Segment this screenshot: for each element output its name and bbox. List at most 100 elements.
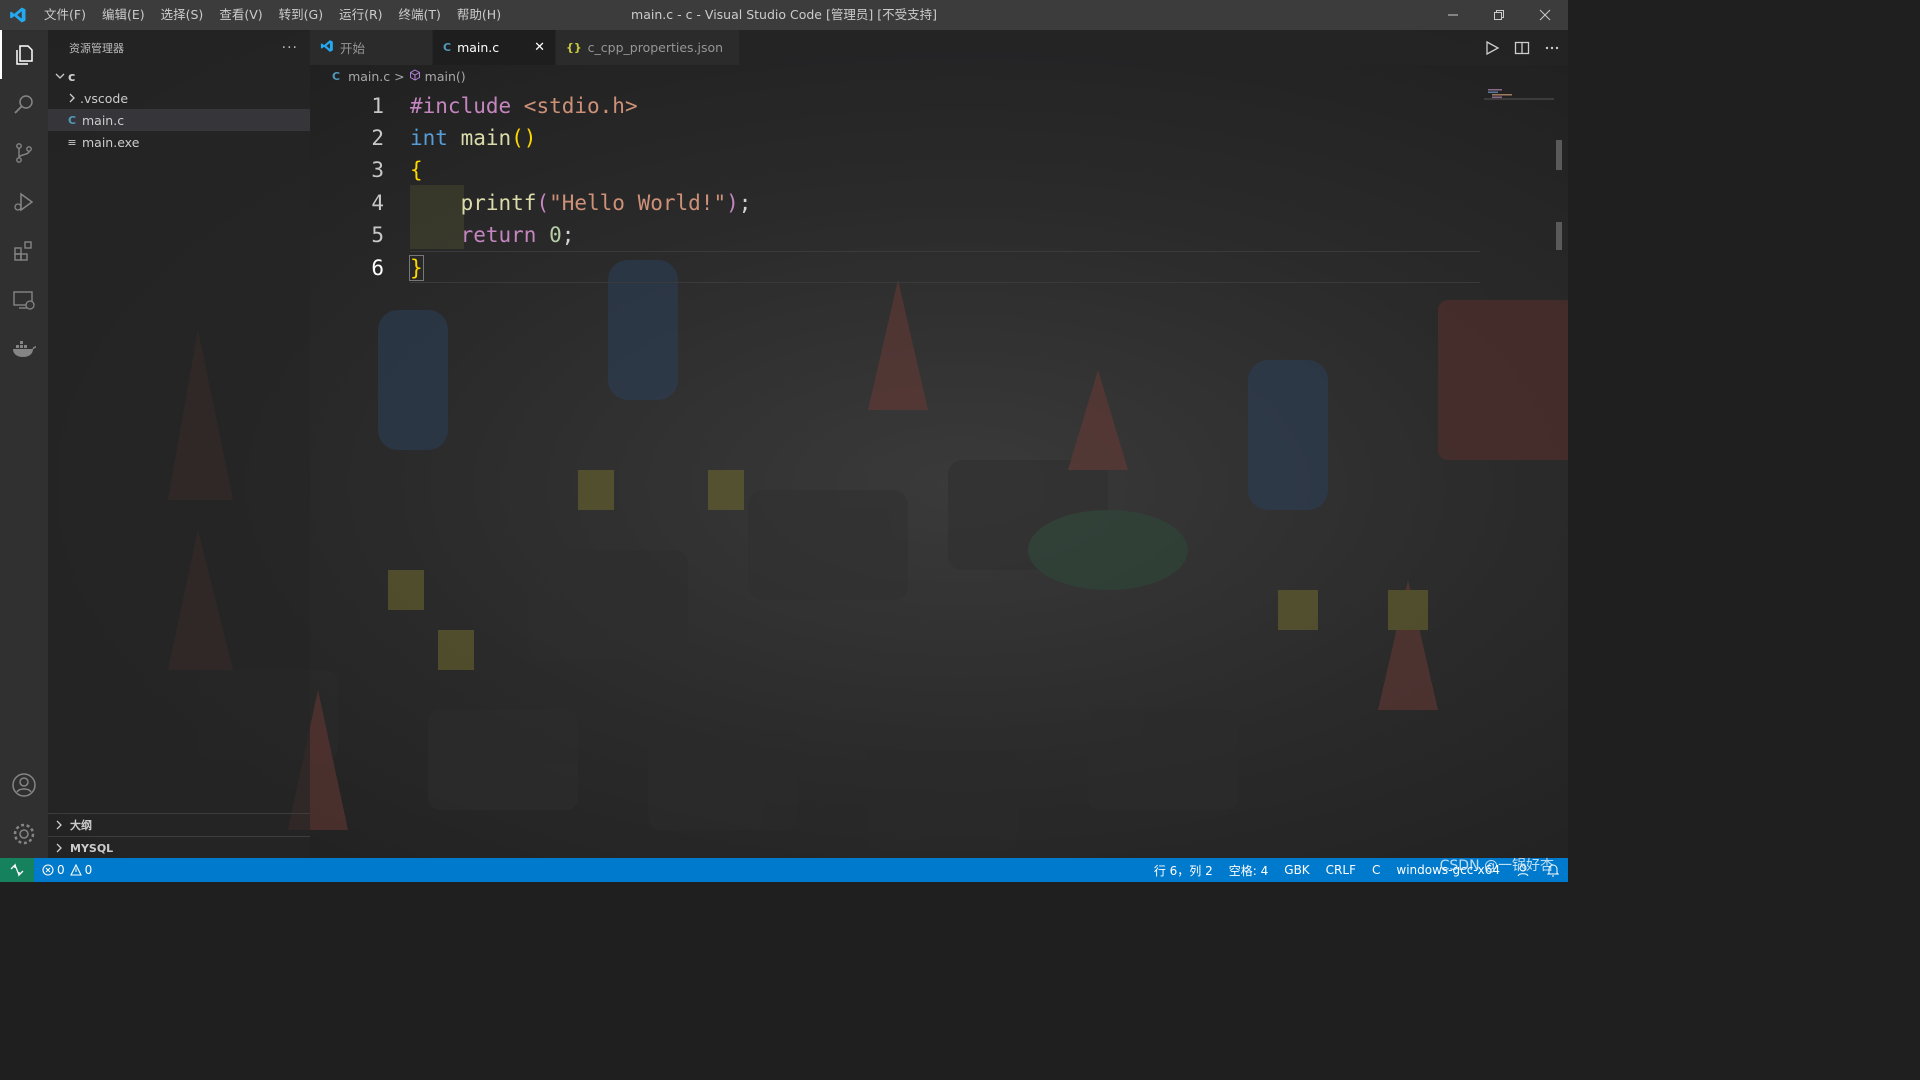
line-number: 4 — [371, 191, 384, 215]
minimap[interactable] — [1484, 88, 1554, 100]
menu-selection[interactable]: 选择(S) — [153, 0, 212, 30]
menu-run[interactable]: 运行(R) — [331, 0, 390, 30]
tree-item-main-exe[interactable]: ≡ main.exe — [48, 131, 310, 153]
menu-terminal[interactable]: 终端(T) — [391, 0, 449, 30]
tab-c-cpp-properties[interactable]: {} c_cpp_properties.json — [556, 30, 740, 65]
chevron-down-icon — [52, 71, 68, 81]
token-punct: ; — [738, 191, 752, 215]
outline-section[interactable]: 大纲 — [48, 813, 310, 836]
tab-welcome[interactable]: 开始 — [310, 30, 433, 65]
tree-root-label: c — [68, 68, 76, 84]
restore-icon — [1494, 10, 1504, 20]
token-bracket: { — [410, 158, 423, 182]
chevron-right-icon — [48, 843, 70, 853]
tree-item-vscode[interactable]: .vscode — [48, 87, 310, 109]
problems-indicator[interactable]: 0 0 — [34, 858, 100, 882]
line-number: 3 — [371, 158, 384, 182]
activity-bar-bottom — [0, 760, 48, 858]
docker-button[interactable] — [0, 324, 48, 373]
scrollbar-thumb[interactable] — [1556, 140, 1562, 170]
cube-symbol-icon — [409, 68, 421, 84]
chevron-right-icon — [64, 93, 80, 103]
error-count: 0 — [57, 863, 65, 877]
line-content[interactable]: printf("Hello World!"); — [410, 187, 752, 219]
run-icon[interactable] — [1484, 40, 1500, 56]
warning-count: 0 — [84, 863, 93, 877]
breadcrumb-file[interactable]: main.c — [348, 69, 390, 84]
settings-button[interactable] — [0, 809, 48, 858]
line-number: 1 — [371, 94, 384, 118]
code-line: 5 return 0; — [310, 219, 1480, 251]
c-file-icon: C — [67, 113, 77, 127]
remote-indicator-button[interactable] — [0, 858, 34, 882]
search-button[interactable] — [0, 79, 48, 128]
docker-icon — [13, 340, 37, 357]
menu-view[interactable]: 查看(V) — [211, 0, 270, 30]
editor-tabs: 开始 C main.c ✕ {} c_cpp_properties.json — [310, 30, 1568, 65]
code-editor[interactable]: 1 #include <stdio.h> 2 int main() 3 { 4 … — [310, 88, 1480, 388]
tree-item-label: main.exe — [82, 134, 140, 150]
tab-label: main.c — [457, 40, 500, 55]
token-function: printf — [460, 191, 537, 215]
menu-file[interactable]: 文件(F) — [36, 0, 94, 30]
search-icon — [14, 94, 33, 114]
menu-bar: 文件(F) 编辑(E) 选择(S) 查看(V) 转到(G) 运行(R) 终端(T… — [36, 0, 509, 30]
tree-root-folder[interactable]: c — [48, 65, 310, 87]
token-type: int — [410, 126, 448, 150]
remote-explorer-button[interactable] — [0, 275, 48, 324]
menu-help[interactable]: 帮助(H) — [449, 0, 509, 30]
token-bracket: () — [511, 126, 537, 150]
warning-icon — [69, 864, 82, 876]
cursor-position[interactable]: 行 6，列 2 — [1146, 858, 1221, 882]
line-content[interactable]: { — [410, 154, 423, 186]
chevron-right-icon — [48, 820, 70, 830]
indentation-setting[interactable]: 空格: 4 — [1221, 858, 1277, 882]
explorer-icon — [16, 44, 33, 65]
vscode-logo-icon[interactable] — [0, 0, 36, 30]
minimize-button[interactable] — [1430, 0, 1476, 30]
extensions-icon — [14, 240, 32, 261]
explorer-more-button[interactable]: ··· — [282, 40, 298, 56]
line-content[interactable]: } — [409, 252, 424, 284]
more-actions-icon[interactable] — [1544, 40, 1560, 56]
restore-button[interactable] — [1476, 0, 1522, 30]
token-punct: ; — [561, 223, 575, 247]
source-control-icon — [16, 142, 32, 163]
error-icon — [42, 864, 54, 876]
run-debug-button[interactable] — [0, 177, 48, 226]
token-bracket: ) — [726, 191, 739, 215]
mysql-section[interactable]: MYSQL — [48, 836, 310, 859]
tree-item-label: main.c — [82, 112, 125, 128]
breadcrumb-symbol[interactable]: main() — [425, 69, 466, 84]
tab-main-c[interactable]: C main.c ✕ — [433, 30, 556, 65]
c-file-icon: C — [443, 41, 452, 54]
account-button[interactable] — [0, 760, 48, 809]
menu-edit[interactable]: 编辑(E) — [94, 0, 153, 30]
code-line: 6 } — [310, 252, 1480, 284]
line-content[interactable]: int main() — [410, 122, 536, 154]
editor-actions — [1484, 30, 1560, 65]
split-editor-icon[interactable] — [1514, 40, 1530, 56]
extensions-button[interactable] — [0, 226, 48, 275]
token-directive: #include — [410, 94, 512, 118]
tab-close-button[interactable]: ✕ — [534, 40, 545, 55]
encoding-setting[interactable]: GBK — [1276, 858, 1317, 882]
line-content[interactable]: return 0; — [410, 219, 575, 251]
token-bracket: } — [409, 255, 424, 281]
language-mode[interactable]: C — [1364, 858, 1388, 882]
scrollbar-marker — [1556, 222, 1562, 250]
menu-go[interactable]: 转到(G) — [271, 0, 331, 30]
explorer-title: 资源管理器 — [69, 41, 124, 55]
line-content[interactable]: #include <stdio.h> — [410, 90, 638, 122]
close-window-button[interactable] — [1522, 0, 1568, 30]
activity-bar — [0, 30, 48, 858]
source-control-button[interactable] — [0, 128, 48, 177]
eol-setting[interactable]: CRLF — [1318, 858, 1364, 882]
code-line: 3 { — [310, 154, 1480, 186]
tab-label: c_cpp_properties.json — [587, 40, 724, 55]
run-debug-icon — [14, 192, 34, 211]
line-number: 6 — [371, 256, 384, 280]
tree-item-main-c[interactable]: C main.c — [48, 109, 310, 131]
explorer-button[interactable] — [0, 30, 48, 79]
